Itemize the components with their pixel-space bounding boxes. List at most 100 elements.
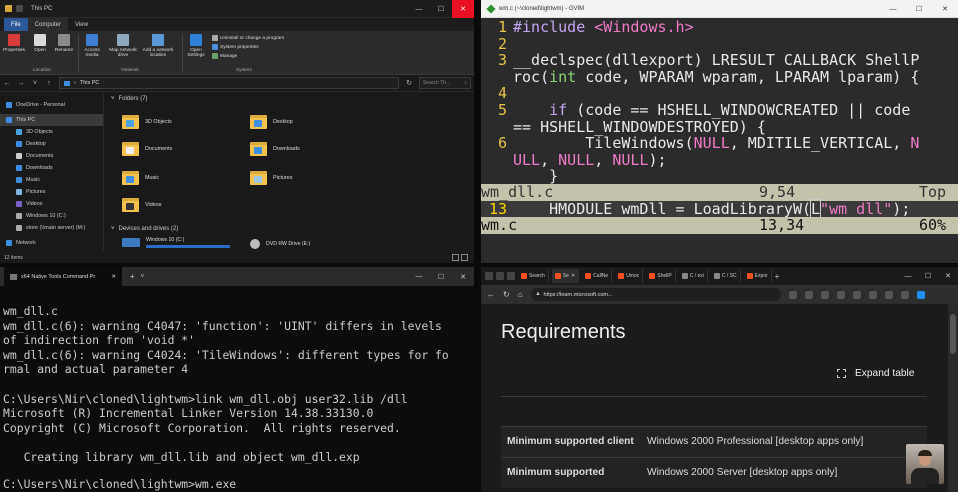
- code-line[interactable]: 4: [481, 85, 958, 102]
- minimize-icon[interactable]: —: [898, 267, 918, 285]
- favorite-star-icon[interactable]: [804, 290, 813, 299]
- code-line-current[interactable]: 13 HMODULE wmDll = LoadLibraryW(L"wm_dll…: [481, 198, 958, 219]
- tab-view[interactable]: View: [68, 18, 95, 31]
- code-line[interactable]: 5 if (code == HSHELL_WINDOWCREATED || co…: [481, 102, 958, 119]
- folder-pictures[interactable]: Pictures: [250, 170, 292, 185]
- back-arrow-icon[interactable]: ←: [3, 80, 11, 87]
- properties-quick-icon[interactable]: [16, 5, 23, 12]
- manage-button[interactable]: Manage: [212, 53, 237, 59]
- url-input[interactable]: 🔒︎ https://learn.microsoft.com...: [530, 288, 781, 301]
- nav-item-pictures[interactable]: Pictures: [0, 186, 103, 198]
- tab-file[interactable]: File: [4, 18, 28, 31]
- refresh-icon[interactable]: ↻: [405, 79, 413, 87]
- folder-videos[interactable]: Videos: [122, 197, 161, 212]
- nav-item-videos[interactable]: Videos: [0, 198, 103, 210]
- browser-tab[interactable]: C / SC: [710, 269, 741, 283]
- maximize-icon[interactable]: ☐: [918, 267, 938, 285]
- breadcrumb-this-pc[interactable]: This PC: [80, 80, 100, 86]
- new-tab-icon[interactable]: +: [775, 272, 780, 281]
- new-folder-quick-icon[interactable]: [5, 5, 12, 12]
- terminal-prompt[interactable]: C:\Users\Nir\cloned\lightwm>wm.exe: [3, 477, 236, 492]
- back-arrow-icon[interactable]: ←: [487, 290, 495, 299]
- maximize-icon[interactable]: ☐: [430, 267, 452, 286]
- search-input[interactable]: Search Th... ⌕: [419, 77, 471, 89]
- browser-tab[interactable]: CallNe: [582, 269, 613, 283]
- nav-item-c-drive[interactable]: Windows 10 (C:): [0, 210, 103, 222]
- nav-item-music[interactable]: Music: [0, 174, 103, 186]
- browser-tab[interactable]: Search: [518, 269, 549, 283]
- code-line[interactable]: 6 TileWindows(NULL, MDITILE_VERTICAL, N: [481, 135, 958, 152]
- page-scrollbar[interactable]: [948, 304, 958, 492]
- large-icons-view-icon[interactable]: [461, 254, 468, 261]
- folders-section-header[interactable]: ˅ Folders (7): [108, 93, 468, 105]
- refresh-icon[interactable]: ↻: [503, 290, 510, 299]
- minimize-icon[interactable]: —: [880, 0, 906, 18]
- system-properties-button[interactable]: System properties: [212, 44, 259, 50]
- nav-item-network-drive[interactable]: store (\\main server) (M:): [0, 222, 103, 234]
- close-icon[interactable]: ✕: [932, 0, 958, 18]
- status-line-wm[interactable]: wm.c 13,34 60%: [481, 217, 958, 234]
- nav-item-onedrive[interactable]: OneDrive - Personal: [0, 99, 103, 111]
- browser-tab-active[interactable]: Se ✕: [551, 269, 580, 283]
- drive-dvd[interactable]: DVD RW Drive (E:): [250, 239, 310, 249]
- more-menu-icon[interactable]: [900, 290, 909, 299]
- extension-icon[interactable]: [820, 290, 829, 299]
- read-aloud-icon[interactable]: [788, 290, 797, 299]
- details-view-icon[interactable]: [452, 254, 459, 261]
- minimize-icon[interactable]: —: [408, 0, 430, 18]
- nav-item-3d-objects[interactable]: 3D Objects: [0, 126, 103, 138]
- status-line-wm-dll[interactable]: wm_dll.c 9,54 Top: [481, 184, 958, 201]
- close-tab-icon[interactable]: ✕: [111, 274, 116, 280]
- split-screen-icon[interactable]: [836, 290, 845, 299]
- copilot-icon[interactable]: [916, 290, 925, 299]
- expand-table-button[interactable]: Expand table: [837, 368, 914, 379]
- close-tab-icon[interactable]: ✕: [571, 273, 575, 279]
- access-media-button[interactable]: Access media: [80, 34, 104, 58]
- rename-button[interactable]: Rename: [52, 34, 76, 53]
- uninstall-program-button[interactable]: Uninstall or change a program: [212, 35, 284, 41]
- code-line[interactable]: 2: [481, 35, 958, 53]
- favorites-icon[interactable]: [852, 290, 861, 299]
- forward-arrow-icon[interactable]: →: [17, 80, 25, 87]
- browser-tab[interactable]: C / exi: [678, 269, 708, 283]
- close-icon[interactable]: ✕: [938, 267, 958, 285]
- new-tab-icon[interactable]: +: [130, 272, 135, 281]
- scrollbar-thumb[interactable]: [950, 314, 956, 354]
- open-button[interactable]: Open: [28, 34, 52, 53]
- add-network-location-button[interactable]: Add a network location: [140, 34, 176, 58]
- folder-documents[interactable]: Documents: [122, 141, 172, 156]
- browser-tab[interactable]: ShellP: [646, 269, 676, 283]
- nav-item-network[interactable]: Network: [0, 237, 103, 249]
- properties-button[interactable]: Properties: [2, 34, 26, 53]
- folder-downloads[interactable]: Downloads: [250, 141, 300, 156]
- folder-3d-objects[interactable]: 3D Objects: [122, 114, 172, 129]
- browser-essentials-icon[interactable]: [884, 290, 893, 299]
- code-line-wrap[interactable]: == HSHELL_WINDOWDESTROYED) {: [481, 118, 958, 136]
- nav-item-documents[interactable]: Documents: [0, 150, 103, 162]
- nav-item-desktop[interactable]: Desktop: [0, 138, 103, 150]
- maximize-icon[interactable]: ☐: [906, 0, 932, 18]
- home-icon[interactable]: ⌂: [518, 290, 523, 299]
- nav-item-this-pc[interactable]: This PC: [0, 114, 103, 126]
- minimize-icon[interactable]: —: [408, 267, 430, 286]
- drive-c[interactable]: Windows 10 (C:): [122, 237, 230, 248]
- nav-item-downloads[interactable]: Downloads: [0, 162, 103, 174]
- code-line[interactable]: 3 __declspec(dllexport) LRESULT CALLBACK …: [481, 52, 958, 69]
- tab-actions-icon[interactable]: [507, 272, 515, 280]
- code-line-wrap[interactable]: roc(int code, WPARAM wparam, LPARAM lpar…: [481, 68, 958, 86]
- collections-icon[interactable]: [868, 290, 877, 299]
- open-settings-button[interactable]: Open Settings: [184, 34, 208, 58]
- close-icon[interactable]: ✕: [452, 0, 474, 18]
- close-icon[interactable]: ✕: [452, 267, 474, 286]
- recent-chevron-icon[interactable]: ˅: [31, 80, 39, 87]
- devices-section-header[interactable]: ˅ Devices and drives (2): [108, 223, 178, 235]
- address-input[interactable]: › This PC: [59, 77, 399, 89]
- browser-tab[interactable]: Expor: [743, 269, 772, 283]
- folder-desktop[interactable]: Desktop: [250, 114, 293, 129]
- browser-tab[interactable]: Umoc: [615, 269, 644, 283]
- chevron-down-icon[interactable]: ˅: [141, 274, 145, 280]
- code-line-wrap[interactable]: ULL, NULL, NULL);: [481, 151, 958, 169]
- up-arrow-icon[interactable]: ↑: [45, 80, 53, 87]
- tab-computer[interactable]: Computer: [27, 18, 69, 31]
- profile-icon[interactable]: [485, 272, 493, 280]
